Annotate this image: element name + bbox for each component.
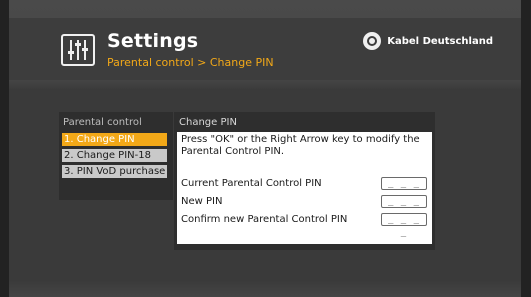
current-pin-label: Current Parental Control PIN [181, 178, 322, 189]
change-pin-panel: Change PIN Press "OK" or the Right Arrow… [174, 112, 435, 250]
menu-title: Parental control [63, 117, 142, 128]
page-title: Settings [107, 30, 199, 52]
current-pin-input[interactable]: _ _ _ _ [381, 177, 427, 202]
instructions-text: Press "OK" or the Right Arrow key to mod… [181, 134, 420, 157]
new-pin-input[interactable]: _ _ _ _ [381, 195, 427, 220]
confirm-pin-input[interactable]: _ _ _ _ [381, 213, 427, 238]
new-pin-label: New PIN [181, 196, 223, 207]
brand: Kabel Deutschland [363, 32, 493, 50]
equalizer-sliders-icon [61, 34, 95, 66]
kabel-deutschland-logo-icon [363, 32, 382, 50]
menu-item-change-pin[interactable]: 1. Change PIN [62, 133, 167, 146]
brand-name: Kabel Deutschland [387, 35, 493, 47]
menu-item-change-pin-18[interactable]: 2. Change PIN-18 [62, 149, 167, 162]
breadcrumb: Parental control > Change PIN [107, 56, 274, 69]
menu-item-pin-vod-purchase[interactable]: 3. PIN VoD purchase [62, 165, 167, 178]
confirm-pin-label: Confirm new Parental Control PIN [181, 214, 348, 225]
panel-title: Change PIN [179, 117, 237, 128]
change-pin-form: Press "OK" or the Right Arrow key to mod… [177, 132, 432, 244]
tv-screen: Settings Parental control > Change PIN K… [9, 0, 521, 297]
parental-control-menu: Parental control 1. Change PIN 2. Change… [59, 112, 173, 200]
